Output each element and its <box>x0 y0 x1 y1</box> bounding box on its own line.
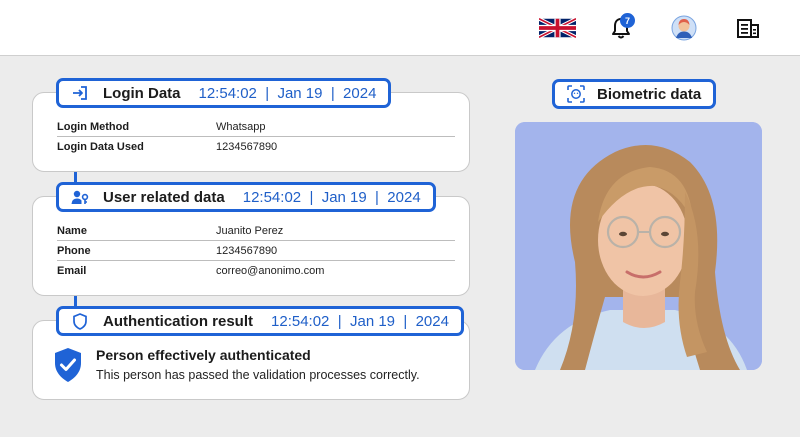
section-title: Login Data <box>103 84 181 102</box>
user-avatar-icon[interactable] <box>670 14 698 42</box>
user-key-icon <box>71 188 89 206</box>
table-row: Name Juanito Perez <box>57 221 455 241</box>
table-row: Email correo@anonimo.com <box>57 261 455 281</box>
section-timestamp: 12:54:02 | Jan 19 | 2024 <box>198 84 377 102</box>
row-label: Email <box>57 265 87 277</box>
section-timestamp: 12:54:02 | Jan 19 | 2024 <box>242 188 421 206</box>
row-value: 1234567890 <box>216 141 278 153</box>
table-row: Login Method Whatsapp <box>57 117 455 137</box>
row-value: correo@anonimo.com <box>216 265 325 277</box>
auth-status-text: This person has passed the validation pr… <box>96 368 420 382</box>
row-label: Login Data Used <box>57 141 144 153</box>
biometric-photo <box>515 122 762 370</box>
shield-check-icon <box>53 347 83 383</box>
login-arrow-icon <box>71 84 89 102</box>
section-title: User related data <box>103 188 225 206</box>
login-data-header: Login Data 12:54:02 | Jan 19 | 2024 <box>56 78 392 108</box>
section-title: Authentication result <box>103 312 254 330</box>
section-title: Biometric data <box>597 85 702 103</box>
section-timestamp: 12:54:02 | Jan 19 | 2024 <box>271 312 449 330</box>
table-row: Login Data Used 1234567890 <box>57 137 455 157</box>
row-label: Phone <box>57 244 91 257</box>
row-value: Juanito Perez <box>216 224 284 237</box>
table-row: Phone 1234567890 <box>57 241 455 261</box>
uk-flag-icon[interactable] <box>539 14 576 42</box>
login-data-table: Login Method Whatsapp Login Data Used 12… <box>57 117 455 157</box>
user-data-header: User related data 12:54:02 | Jan 19 | 20… <box>56 182 436 212</box>
top-bar: 7 <box>0 0 800 56</box>
row-value: 1234567890 <box>216 244 278 257</box>
biometric-data-header: Biometric data <box>552 79 717 109</box>
building-document-icon[interactable] <box>735 14 761 42</box>
shield-icon <box>71 312 89 330</box>
row-label: Name <box>57 224 87 237</box>
face-scan-icon <box>567 85 585 103</box>
row-label: Login Method <box>57 120 130 133</box>
row-value: Whatsapp <box>216 120 266 133</box>
user-data-table: Name Juanito Perez Phone 1234567890 Emai… <box>57 221 455 281</box>
person-portrait-image <box>515 122 762 370</box>
auth-status-title: Person effectively authenticated <box>96 347 311 363</box>
notification-count-badge: 7 <box>620 13 635 28</box>
auth-result-header: Authentication result 12:54:02 | Jan 19 … <box>56 306 464 336</box>
